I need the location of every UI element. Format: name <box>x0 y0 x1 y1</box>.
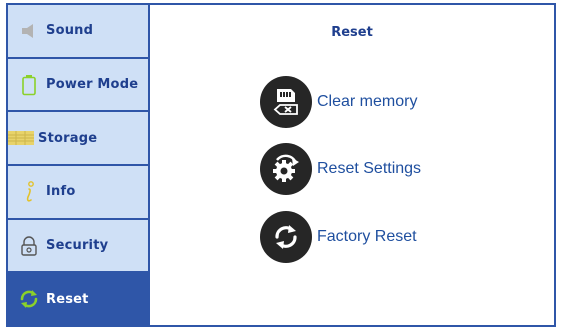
sidebar-item-reset[interactable]: Reset <box>8 273 148 326</box>
main-panel: Reset Clear memory Reset Settings Factor… <box>150 5 554 325</box>
storage-icon <box>8 127 36 149</box>
sidebar-item-label: Security <box>46 238 109 254</box>
factory-reset-button[interactable]: Factory Reset <box>260 211 417 263</box>
settings-window: Sound Power Mode Storage Info Security R… <box>6 3 556 327</box>
clear-memory-button[interactable]: Clear memory <box>260 76 417 128</box>
factory-reset-label: Factory Reset <box>317 228 417 245</box>
lock-icon <box>18 235 40 257</box>
speaker-icon <box>18 20 40 42</box>
sidebar-item-storage[interactable]: Storage <box>8 112 148 167</box>
info-icon <box>18 180 40 203</box>
sidebar-item-label: Power Mode <box>46 77 139 92</box>
page-title: Reset <box>331 25 373 40</box>
sidebar-item-label: Storage <box>38 130 98 146</box>
sidebar-item-sound[interactable]: Sound <box>8 5 148 59</box>
refresh-icon <box>18 288 40 310</box>
battery-icon <box>18 74 40 96</box>
sidebar-item-label: Info <box>46 184 76 200</box>
sidebar-item-power-mode[interactable]: Power Mode <box>8 58 148 113</box>
reset-settings-label: Reset Settings <box>317 160 422 177</box>
sidebar: Sound Power Mode Storage Info Security R… <box>8 5 150 326</box>
sidebar-item-label: Sound <box>46 23 94 39</box>
sidebar-item-security[interactable]: Security <box>8 219 148 274</box>
memory-card-clear-icon <box>260 76 312 128</box>
refresh-circle-icon <box>260 211 312 263</box>
sidebar-item-info[interactable]: Info <box>8 166 148 220</box>
clear-memory-label: Clear memory <box>317 93 418 110</box>
sidebar-item-label: Reset <box>46 291 89 307</box>
gear-reset-icon <box>260 143 312 195</box>
reset-settings-button[interactable]: Reset Settings <box>260 143 421 195</box>
